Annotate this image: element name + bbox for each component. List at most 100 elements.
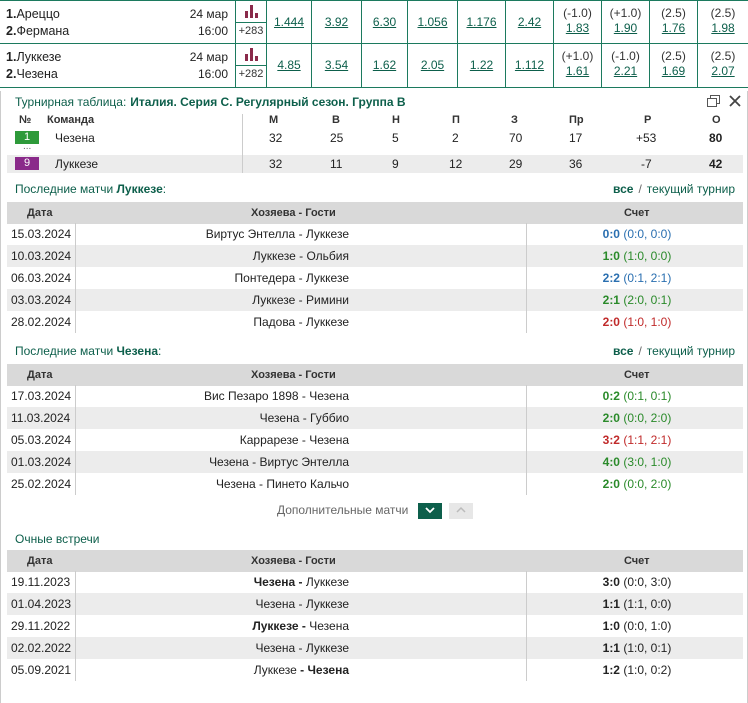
home-team[interactable]: Луккезе bbox=[252, 619, 298, 633]
filter-all-link[interactable]: все bbox=[613, 344, 633, 358]
odd-value[interactable]: 1.176 bbox=[458, 15, 505, 29]
handicap-cell[interactable]: (+1.0) 1.90 bbox=[602, 1, 650, 45]
chevron-down-icon[interactable] bbox=[417, 503, 442, 519]
table-row[interactable]: 25.02.2024 Чезена - Пинето Кальчо 2:0 (0:0… bbox=[7, 473, 743, 495]
match-teams[interactable]: Падова - Луккезе bbox=[77, 311, 349, 333]
match-teams[interactable]: Чезена - Пинето Кальчо bbox=[77, 473, 349, 495]
table-row[interactable]: 17.03.2024 Вис Пезаро 1898 - Чезена 0:2 (0… bbox=[7, 385, 743, 407]
table-row[interactable]: 05.09.2021 Луккезе - Чезена 1:2 (1:0, 0:2) bbox=[7, 659, 743, 681]
home-team[interactable]: Луккезе bbox=[16, 50, 61, 64]
odd-cell[interactable]: 3.54 bbox=[312, 44, 362, 88]
handicap-cell[interactable]: (+1.0) 1.61 bbox=[554, 44, 602, 88]
match-teams[interactable]: Луккезе - Чезена bbox=[77, 659, 349, 681]
away-team[interactable]: Луккезе bbox=[306, 641, 349, 655]
standings-row[interactable]: 1 Чезена 32 25 5 2 70 17 +53 80 bbox=[7, 129, 743, 147]
odd-value[interactable]: 2.07 bbox=[698, 64, 748, 78]
table-row[interactable]: 01.03.2024 Чезена - Виртус Энтелла 4:0 (3:… bbox=[7, 451, 743, 473]
filter-current-link[interactable]: текущий турнир bbox=[647, 344, 735, 358]
standings-row[interactable]: 9 Луккезе 32 11 9 12 29 36 -7 42 bbox=[7, 155, 743, 173]
away-team[interactable]: Чезена bbox=[307, 663, 349, 677]
away-team[interactable]: Фермана bbox=[16, 24, 69, 38]
odd-value[interactable]: 2.05 bbox=[408, 58, 457, 72]
chevron-up-icon[interactable] bbox=[449, 503, 474, 519]
match-teams[interactable]: Вис Пезаро 1898 - Чезена bbox=[77, 385, 349, 407]
total-cell[interactable]: (2.5) 1.98 bbox=[698, 1, 748, 45]
stats-cell[interactable]: +283 bbox=[235, 1, 267, 45]
odd-value[interactable]: 1.98 bbox=[698, 21, 748, 35]
odd-value[interactable]: 1.61 bbox=[554, 64, 601, 78]
more-matches-label[interactable]: Дополнительные матчи bbox=[277, 503, 408, 517]
away-team[interactable]: Луккезе bbox=[306, 575, 349, 589]
markets-count[interactable]: +283 bbox=[236, 25, 266, 37]
odd-cell[interactable]: 6.30 bbox=[362, 1, 408, 45]
odd-cell[interactable]: 2.42 bbox=[506, 1, 554, 45]
table-row[interactable]: 02.02.2022 Чезена - Луккезе 1:1 (1:0, 0:1) bbox=[7, 637, 743, 659]
away-team[interactable]: Чезена bbox=[309, 619, 349, 633]
total-cell[interactable]: (2.5) 2.07 bbox=[698, 44, 748, 88]
filter-all-link[interactable]: все bbox=[613, 182, 633, 196]
match-teams[interactable]: Чезена - Луккезе bbox=[77, 571, 349, 593]
home-team[interactable]: Чезена bbox=[255, 597, 295, 611]
bar-chart-icon[interactable] bbox=[245, 48, 259, 61]
odd-value[interactable]: 6.30 bbox=[362, 15, 407, 29]
filter-current-link[interactable]: текущий турнир bbox=[647, 182, 735, 196]
match-teams[interactable]: Чезена - Губбио bbox=[77, 407, 349, 429]
odd-cell[interactable]: 1.112 bbox=[506, 44, 554, 88]
match-teams[interactable]: Каррарезе - Чезена bbox=[77, 429, 349, 451]
odd-value[interactable]: 3.54 bbox=[312, 58, 361, 72]
close-icon[interactable] bbox=[729, 94, 741, 110]
away-team[interactable]: Луккезе bbox=[306, 597, 349, 611]
markets-count[interactable]: +282 bbox=[236, 68, 266, 80]
odd-cell[interactable]: 3.92 bbox=[312, 1, 362, 45]
handicap-cell[interactable]: (-1.0) 1.83 bbox=[554, 1, 602, 45]
home-team[interactable]: Чезена bbox=[255, 641, 295, 655]
table-row[interactable]: 11.03.2024 Чезена - Губбио 2:0 (0:0, 2:0) bbox=[7, 407, 743, 429]
odd-value[interactable]: 4.85 bbox=[267, 58, 311, 72]
table-row[interactable]: 01.04.2023 Чезена - Луккезе 1:1 (1:1, 0:0) bbox=[7, 593, 743, 615]
odd-value[interactable]: 1.76 bbox=[650, 21, 697, 35]
odd-value[interactable]: 2.42 bbox=[506, 15, 553, 29]
odd-value[interactable]: 3.92 bbox=[312, 15, 361, 29]
odd-value[interactable]: 1.22 bbox=[458, 58, 505, 72]
stats-cell[interactable]: +282 bbox=[235, 44, 267, 88]
total-cell[interactable]: (2.5) 1.69 bbox=[650, 44, 698, 88]
match-teams[interactable]: Понтедера - Луккезе bbox=[77, 267, 349, 289]
match-teams[interactable]: Чезена - Луккезе bbox=[77, 637, 349, 659]
table-row[interactable]: 03.03.2024 Луккезе - Римини 2:1 (2:0, 0:1) bbox=[7, 289, 743, 311]
restore-window-icon[interactable] bbox=[706, 94, 720, 110]
total-cell[interactable]: (2.5) 1.76 bbox=[650, 1, 698, 45]
match-teams[interactable]: Луккезе - Римини bbox=[77, 289, 349, 311]
odd-cell[interactable]: 1.62 bbox=[362, 44, 408, 88]
odd-value[interactable]: 1.056 bbox=[408, 15, 457, 29]
odd-cell[interactable]: 1.176 bbox=[458, 1, 506, 45]
table-row[interactable]: 06.03.2024 Понтедера - Луккезе 2:2 (0:1, 2… bbox=[7, 267, 743, 289]
odd-value[interactable]: 1.83 bbox=[554, 21, 601, 35]
odd-value[interactable]: 2.21 bbox=[602, 64, 649, 78]
table-row[interactable]: 29.11.2022 Луккезе - Чезена 1:0 (0:0, 1:0) bbox=[7, 615, 743, 637]
odd-value[interactable]: 1.62 bbox=[362, 58, 407, 72]
team-name[interactable]: Чезена bbox=[55, 129, 95, 147]
table-row[interactable]: 15.03.2024 Виртус Энтелла - Луккезе 0:0 (0… bbox=[7, 223, 743, 245]
odd-cell[interactable]: 1.22 bbox=[458, 44, 506, 88]
match-teams[interactable]: Луккезе - Чезена bbox=[77, 615, 349, 637]
team-name[interactable]: Луккезе bbox=[55, 155, 98, 173]
table-row[interactable]: 05.03.2024 Каррарезе - Чезена 3:2 (1:1, 2:… bbox=[7, 429, 743, 451]
match-row[interactable]: 1.Ареццо 2.Фермана 24 мар 16:00 +283 1.4… bbox=[0, 0, 748, 45]
home-team[interactable]: Ареццо bbox=[16, 7, 59, 21]
odd-cell[interactable]: 4.85 bbox=[267, 44, 312, 88]
handicap-cell[interactable]: (-1.0) 2.21 bbox=[602, 44, 650, 88]
odd-cell[interactable]: 2.05 bbox=[408, 44, 458, 88]
odd-value[interactable]: 1.112 bbox=[506, 58, 553, 72]
odd-value[interactable]: 1.444 bbox=[267, 15, 311, 29]
league-name[interactable]: Италия. Серия С. Регулярный сезон. Групп… bbox=[130, 95, 405, 109]
odd-value[interactable]: 1.90 bbox=[602, 21, 649, 35]
match-teams[interactable]: Виртус Энтелла - Луккезе bbox=[77, 223, 349, 245]
odd-cell[interactable]: 1.444 bbox=[267, 1, 312, 45]
match-teams[interactable]: Луккезе - Ольбия bbox=[77, 245, 349, 267]
match-row[interactable]: 1.Луккезе 2.Чезена 24 мар 16:00 +282 4.8… bbox=[0, 44, 748, 88]
table-row[interactable]: 19.11.2023 Чезена - Луккезе 3:0 (0:0, 3:0) bbox=[7, 571, 743, 593]
table-row[interactable]: 28.02.2024 Падова - Луккезе 2:0 (1:0, 1:0) bbox=[7, 311, 743, 333]
odd-cell[interactable]: 1.056 bbox=[408, 1, 458, 45]
bar-chart-icon[interactable] bbox=[245, 5, 259, 18]
odd-value[interactable]: 1.69 bbox=[650, 64, 697, 78]
